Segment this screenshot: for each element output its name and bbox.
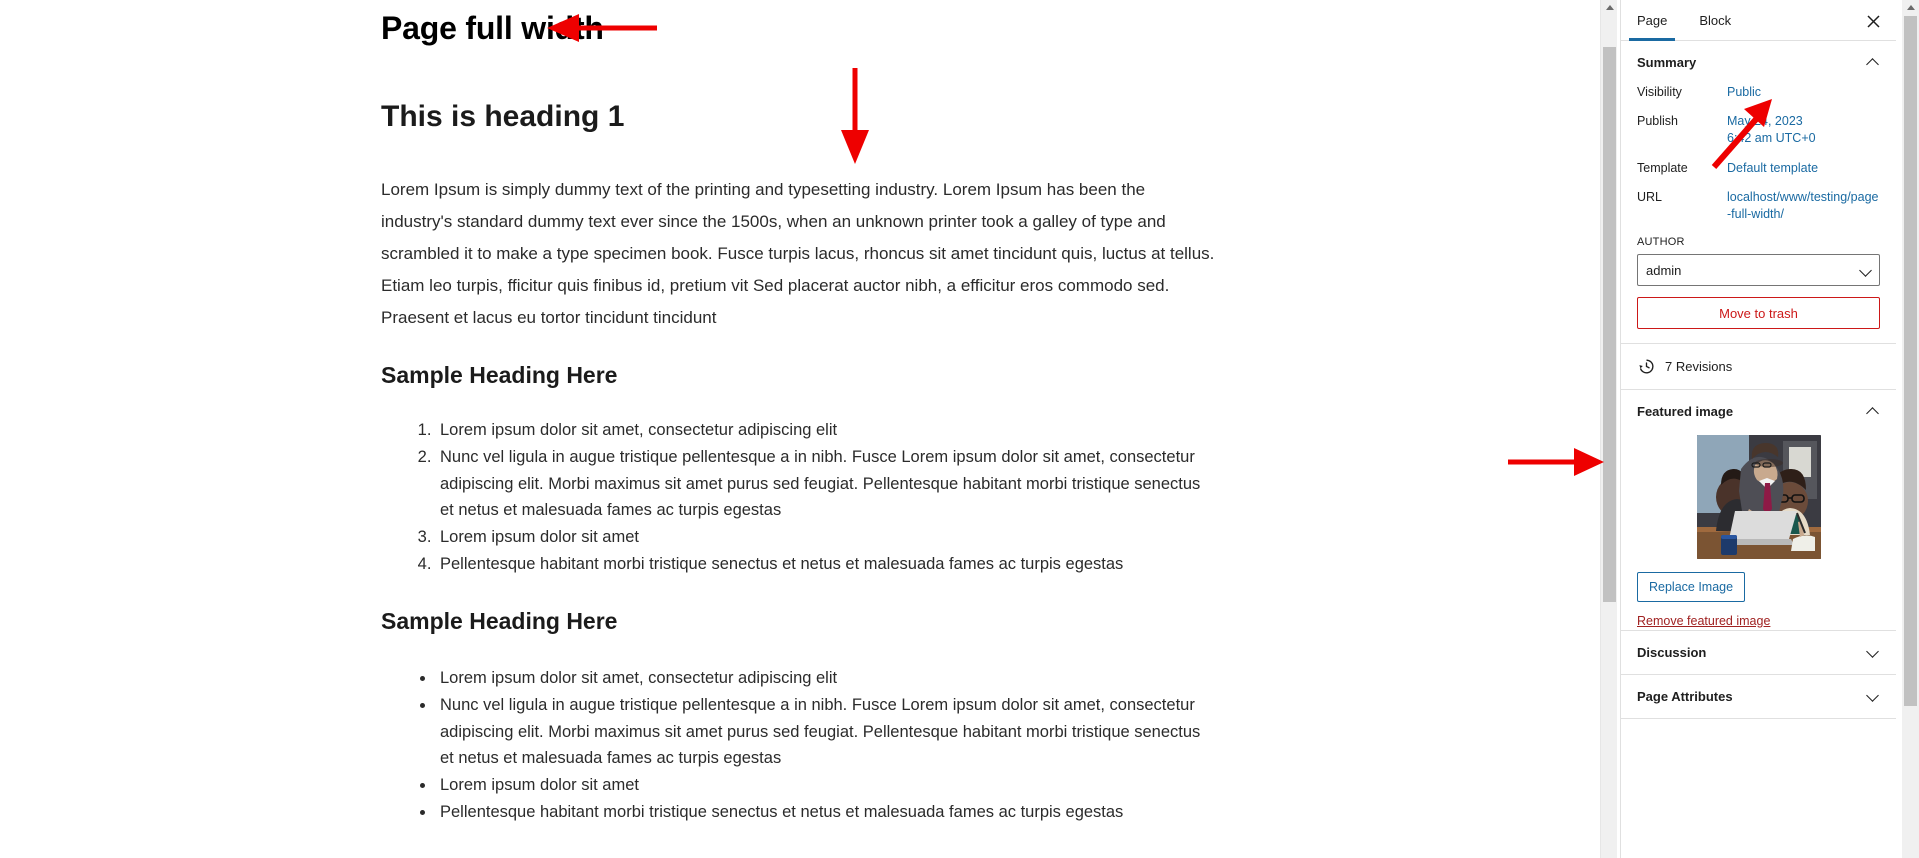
template-label: Template (1637, 161, 1688, 175)
list-item[interactable]: Lorem ipsum dolor sit amet (436, 524, 1218, 551)
visibility-value[interactable]: Public (1727, 84, 1880, 100)
list-item[interactable]: Lorem ipsum dolor sit amet (436, 772, 1218, 799)
content-paragraph[interactable]: Lorem Ipsum is simply dummy text of the … (381, 174, 1216, 334)
panel-summary: Summary Visibility Public Publish May 24… (1621, 41, 1896, 344)
panel-discussion: Discussion (1621, 631, 1896, 675)
panel-featured-image-header[interactable]: Featured image (1621, 390, 1896, 433)
replace-image-button[interactable]: Replace Image (1637, 572, 1746, 602)
summary-row-url: URL localhost/www/testing/page-full-widt… (1637, 189, 1880, 223)
panel-page-attributes-header[interactable]: Page Attributes (1621, 675, 1896, 718)
chevron-down-icon[interactable] (1866, 646, 1880, 660)
content-bullet-list[interactable]: Lorem ipsum dolor sit amet, consectetur … (408, 665, 1218, 826)
summary-row-visibility: Visibility Public (1637, 84, 1880, 100)
summary-row-publish: Publish May 24, 2023 6:42 am UTC+0 (1637, 113, 1880, 147)
panel-discussion-title: Discussion (1637, 645, 1707, 660)
canvas-scrollbar-thumb[interactable] (1603, 47, 1616, 602)
chevron-up-icon[interactable] (1866, 56, 1880, 70)
panel-revisions: 7 Revisions (1621, 344, 1896, 390)
revisions-row[interactable]: 7 Revisions (1621, 344, 1896, 389)
list-item[interactable]: Lorem ipsum dolor sit amet, consectetur … (436, 665, 1218, 692)
author-select[interactable]: admin (1637, 254, 1880, 286)
content-ordered-list[interactable]: Lorem ipsum dolor sit amet, consectetur … (408, 417, 1218, 578)
panel-summary-body: Visibility Public Publish May 24, 2023 6… (1621, 84, 1896, 343)
page-scrollbar-thumb[interactable] (1904, 16, 1917, 706)
remove-featured-image-link[interactable]: Remove featured image (1637, 614, 1770, 628)
panel-featured-image: Featured image Replace Image Remove feat… (1621, 390, 1896, 631)
featured-image-thumbnail[interactable] (1696, 435, 1821, 559)
canvas-scrollbar[interactable] (1600, 0, 1617, 858)
panel-page-attributes: Page Attributes (1621, 675, 1896, 719)
list-item[interactable]: Pellentesque habitant morbi tristique se… (436, 799, 1218, 826)
panel-page-attributes-title: Page Attributes (1637, 689, 1733, 704)
list-item[interactable]: Pellentesque habitant morbi tristique se… (436, 551, 1218, 578)
url-label: URL (1637, 190, 1663, 204)
publish-value[interactable]: May 24, 2023 6:42 am UTC+0 (1727, 113, 1880, 147)
content-heading-2-second[interactable]: Sample Heading Here (381, 608, 617, 635)
panel-summary-title: Summary (1637, 55, 1697, 70)
tab-page[interactable]: Page (1621, 0, 1683, 41)
author-select-wrapper: admin (1637, 254, 1880, 286)
list-item[interactable]: Lorem ipsum dolor sit amet, consectetur … (436, 417, 1218, 444)
settings-sidebar: Page Block Summary Visibility Public Pub… (1620, 0, 1896, 858)
url-value[interactable]: localhost/www/testing/page-full-width/ (1727, 189, 1880, 223)
author-label: AUTHOR (1637, 236, 1685, 248)
template-value[interactable]: Default template (1727, 160, 1880, 176)
editor-screen: Page full width This is heading 1 Lorem … (0, 0, 1919, 858)
page-scrollbar[interactable] (1902, 0, 1919, 858)
sidebar-tab-bar: Page Block (1621, 0, 1896, 41)
backup-clock-icon (1637, 357, 1656, 376)
content-heading-2-first[interactable]: Sample Heading Here (381, 362, 617, 389)
scroll-up-arrow-icon[interactable] (1601, 0, 1618, 14)
publish-label: Publish (1637, 114, 1678, 128)
chevron-down-icon[interactable] (1866, 690, 1880, 704)
list-item[interactable]: Nunc vel ligula in augue tristique pelle… (436, 692, 1218, 772)
editor-canvas: Page full width This is heading 1 Lorem … (0, 0, 1600, 858)
visibility-label: Visibility (1637, 85, 1682, 99)
move-to-trash-button[interactable]: Move to trash (1637, 297, 1880, 329)
revisions-label: 7 Revisions (1665, 359, 1733, 374)
content-heading-1[interactable]: This is heading 1 (381, 100, 624, 134)
scroll-up-arrow-icon[interactable] (1902, 0, 1919, 14)
featured-image-body: Replace Image Remove featured image (1621, 433, 1896, 630)
panel-summary-header[interactable]: Summary (1621, 41, 1896, 84)
post-title[interactable]: Page full width (381, 10, 604, 47)
chevron-up-icon[interactable] (1866, 405, 1880, 419)
panel-featured-image-title: Featured image (1637, 404, 1734, 419)
list-item[interactable]: Nunc vel ligula in augue tristique pelle… (436, 444, 1218, 524)
tab-block[interactable]: Block (1683, 0, 1747, 40)
panel-discussion-header[interactable]: Discussion (1621, 631, 1896, 674)
summary-row-template: Template Default template (1637, 160, 1880, 176)
close-icon[interactable] (1860, 8, 1886, 34)
